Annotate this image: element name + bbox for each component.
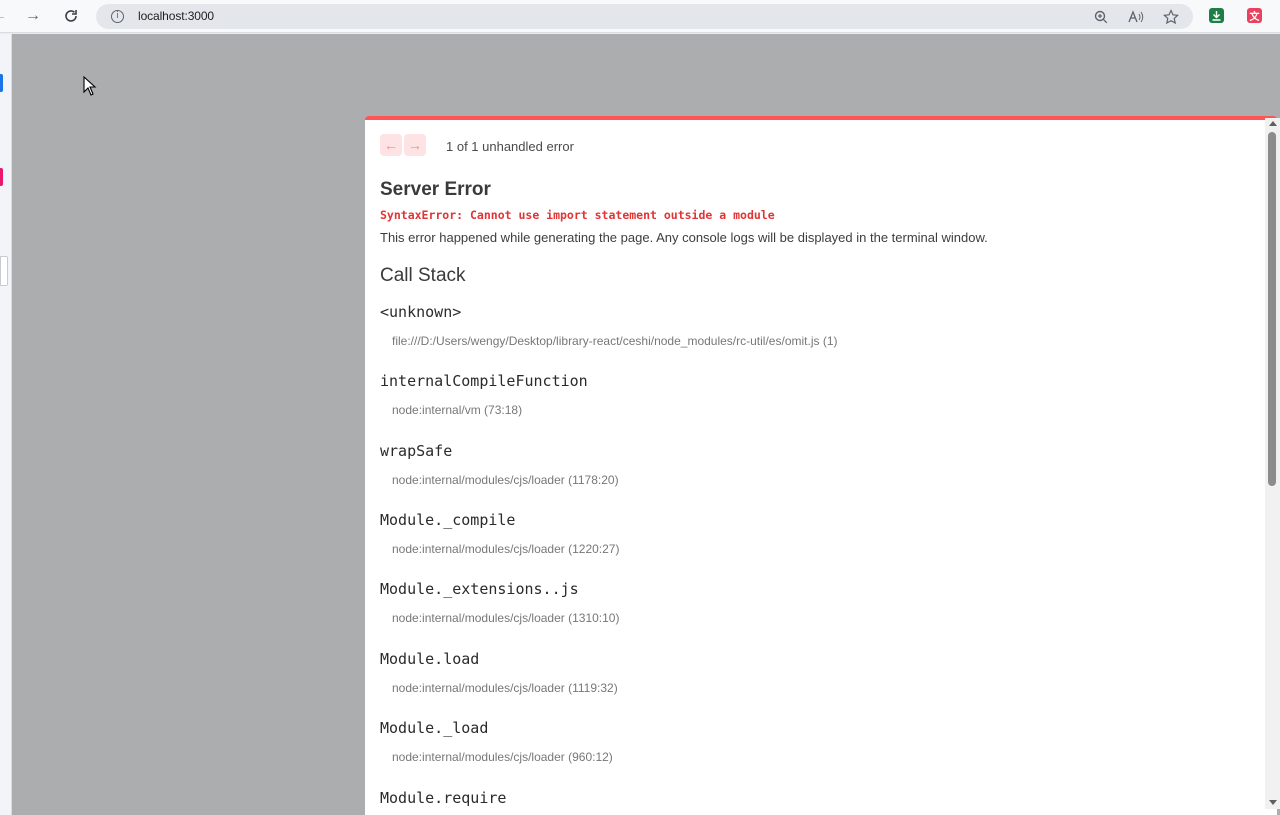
- call-stack-frame: Module._extensions..js node:internal/mod…: [380, 580, 619, 625]
- call-stack-frame: wrapSafe node:internal/modules/cjs/loade…: [380, 442, 619, 487]
- call-stack-frame: Module.load node:internal/modules/cjs/lo…: [380, 650, 618, 695]
- call-stack-frame: internalCompileFunction node:internal/vm…: [380, 372, 588, 417]
- frame-location[interactable]: node:internal/modules/cjs/loader (960:12…: [392, 750, 613, 764]
- page-backdrop: ← → 1 of 1 unhandled error Server Error …: [12, 34, 1280, 815]
- url-text[interactable]: localhost:3000: [138, 9, 214, 23]
- reload-icon[interactable]: [58, 4, 84, 28]
- frame-location[interactable]: node:internal/vm (73:18): [392, 403, 588, 417]
- frame-function-name: Module.load: [380, 650, 480, 668]
- zoom-icon[interactable]: [1091, 7, 1111, 27]
- frame-function-name: <unknown>: [380, 303, 462, 321]
- error-pagination: ← →: [380, 134, 426, 156]
- scrollbar-thumb[interactable]: [1268, 132, 1276, 486]
- frame-function-name: Module.require: [380, 789, 507, 807]
- frame-location[interactable]: node:internal/modules/cjs/loader (1119:3…: [392, 681, 618, 695]
- mouse-cursor-icon: [83, 76, 97, 96]
- error-title: Server Error: [380, 179, 491, 200]
- page-scrollbar[interactable]: [1265, 118, 1280, 809]
- browser-toolbar: ← → i localhost:3000 文: [0, 0, 1280, 33]
- frame-function-name: Module._load: [380, 719, 489, 737]
- call-stack-frame: <unknown> file:///D:/Users/wengy/Desktop…: [380, 303, 838, 348]
- error-overlay-dialog: ← → 1 of 1 unhandled error Server Error …: [365, 116, 1277, 815]
- scroll-up-arrow-icon[interactable]: [1269, 121, 1277, 126]
- sidebar-tab-icon[interactable]: [0, 168, 3, 186]
- call-stack-heading: Call Stack: [380, 265, 466, 286]
- call-stack-frame: Module.require: [380, 789, 506, 807]
- frame-function-name: wrapSafe: [380, 442, 453, 460]
- call-stack-frame: Module._compile node:internal/modules/cj…: [380, 511, 619, 556]
- site-info-icon[interactable]: i: [111, 10, 124, 23]
- frame-location[interactable]: node:internal/modules/cjs/loader (1178:2…: [392, 473, 619, 487]
- frame-location[interactable]: node:internal/modules/cjs/loader (1220:2…: [392, 542, 619, 556]
- error-count: 1 of 1 unhandled error: [446, 139, 574, 154]
- forward-arrow-icon[interactable]: →: [20, 4, 46, 28]
- frame-function-name: internalCompileFunction: [380, 372, 588, 390]
- error-description: This error happened while generating the…: [380, 230, 988, 245]
- translate-extension-icon[interactable]: 文: [1247, 8, 1262, 23]
- read-aloud-icon[interactable]: [1126, 7, 1146, 27]
- sidebar-tab-icon[interactable]: [0, 74, 3, 92]
- frame-location[interactable]: file:///D:/Users/wengy/Desktop/library-r…: [392, 334, 838, 348]
- error-message: SyntaxError: Cannot use import statement…: [380, 208, 775, 222]
- frame-location[interactable]: node:internal/modules/cjs/loader (1310:1…: [392, 611, 619, 625]
- sidebar-panel-handle[interactable]: [0, 256, 8, 286]
- previous-error-button[interactable]: ←: [380, 134, 402, 156]
- frame-function-name: Module._extensions..js: [380, 580, 579, 598]
- scroll-down-arrow-icon[interactable]: [1269, 800, 1277, 805]
- address-bar[interactable]: i localhost:3000: [96, 4, 1193, 29]
- favorite-star-icon[interactable]: [1161, 7, 1181, 27]
- call-stack-frame: Module._load node:internal/modules/cjs/l…: [380, 719, 613, 764]
- next-error-button[interactable]: →: [404, 134, 426, 156]
- back-arrow-icon[interactable]: ←: [0, 4, 12, 28]
- download-extension-icon[interactable]: [1209, 8, 1224, 23]
- browser-sidebar: [0, 34, 12, 815]
- frame-function-name: Module._compile: [380, 511, 516, 529]
